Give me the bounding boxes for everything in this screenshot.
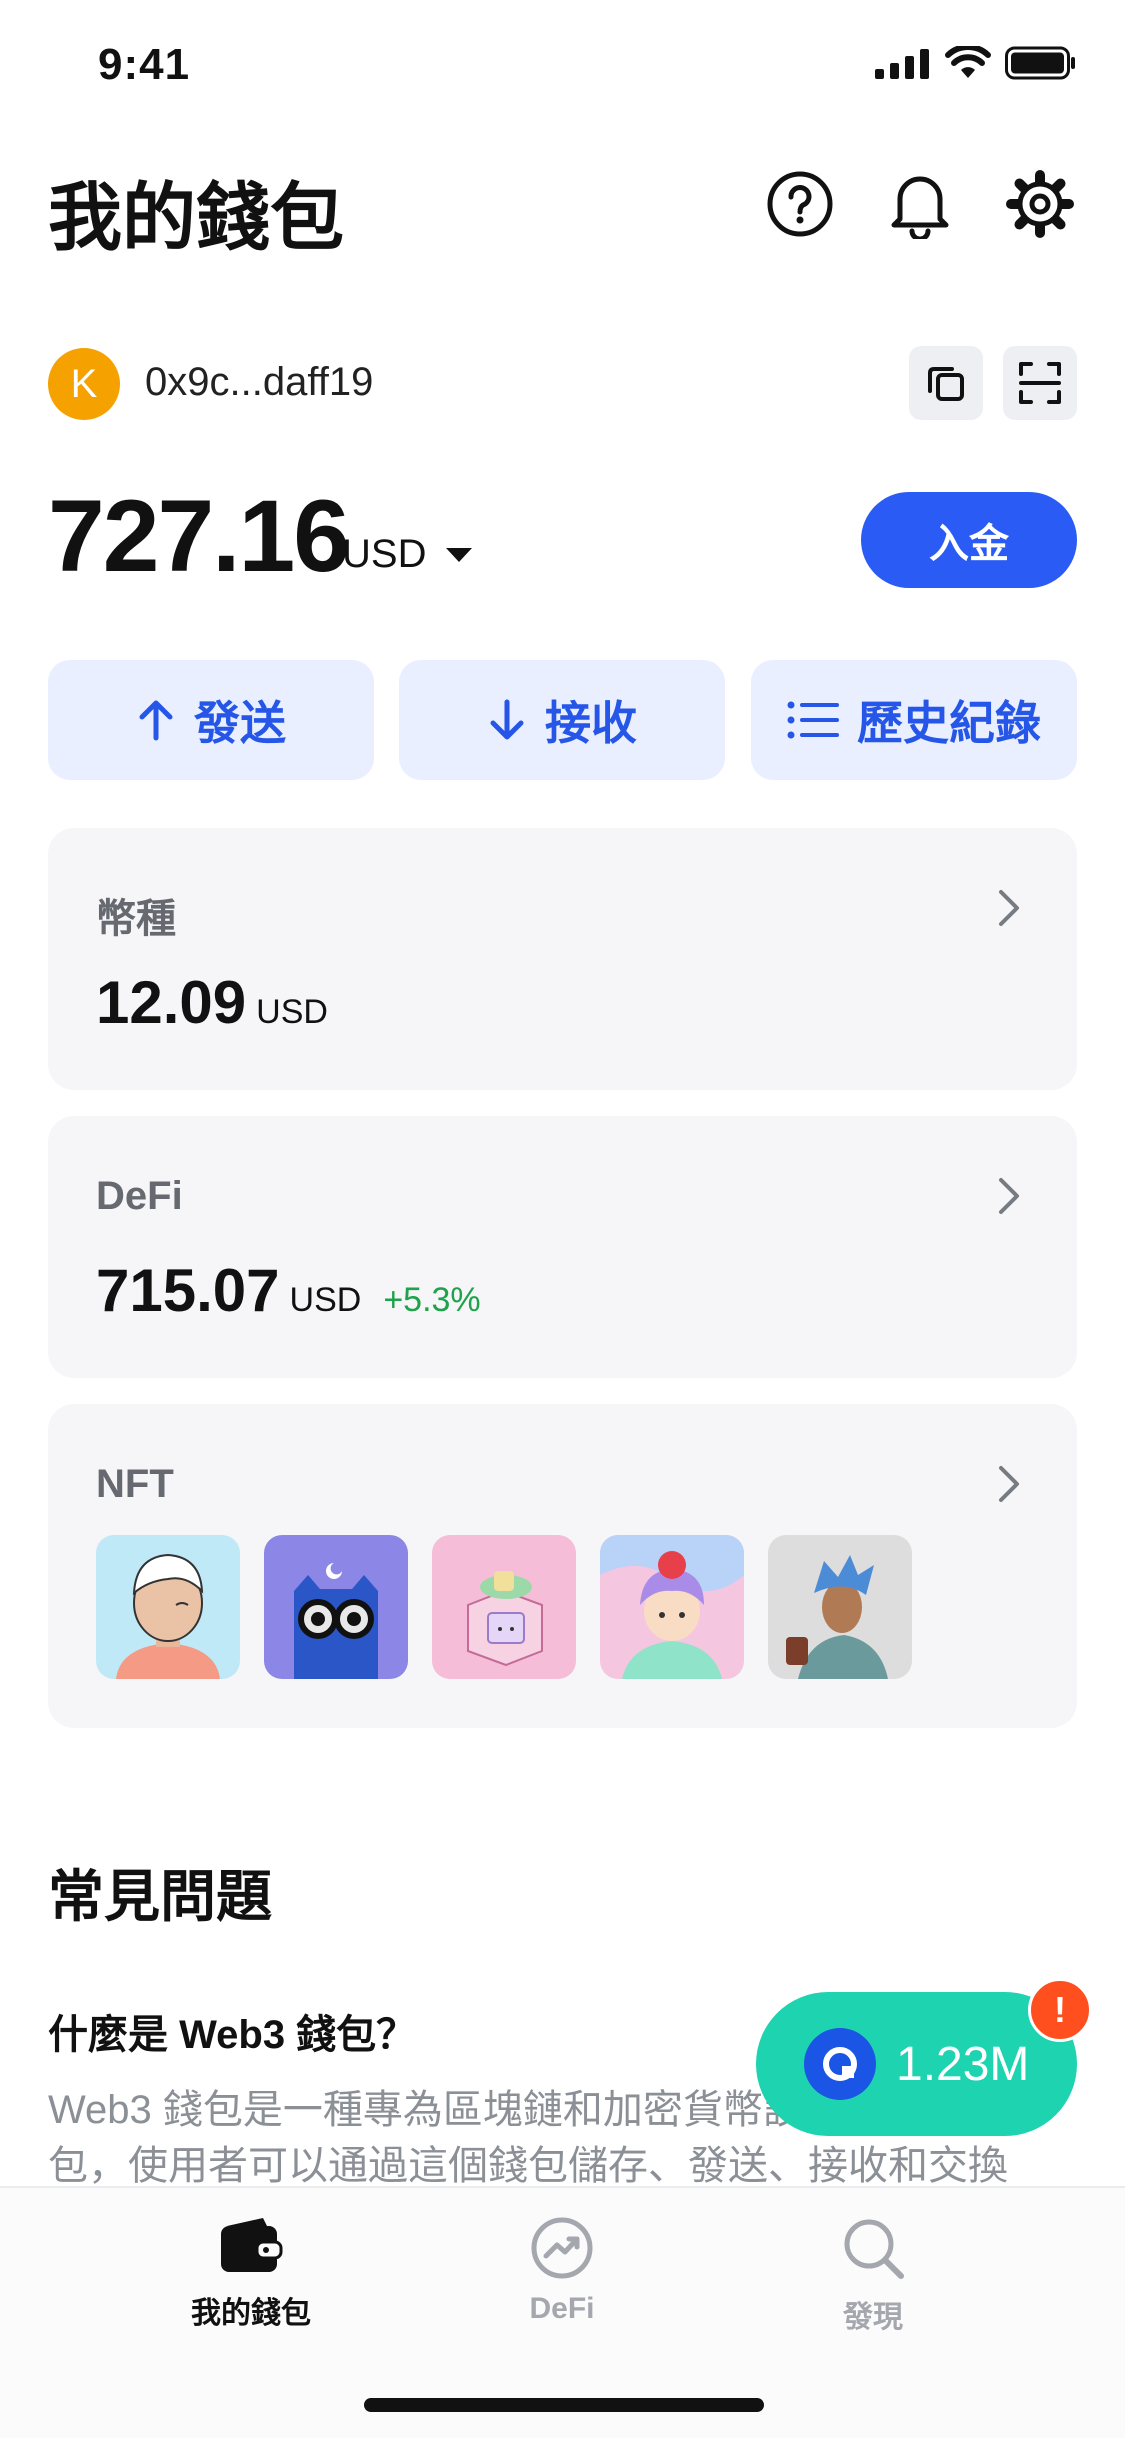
list-icon: [787, 701, 839, 739]
defi-card[interactable]: DeFi 715.07 USD +5.3%: [48, 1116, 1077, 1378]
tokens-card-label: 幣種: [96, 897, 176, 941]
nft-thumbnail[interactable]: [96, 1535, 240, 1679]
arrow-down-icon: [490, 699, 524, 740]
wifi-icon: [945, 46, 991, 78]
nft-thumbnail[interactable]: [432, 1535, 576, 1679]
tab-wallet[interactable]: 我的錢包: [131, 2216, 371, 2332]
tab-discover[interactable]: 發現: [753, 2216, 993, 2336]
copy-icon: [928, 367, 964, 401]
currency-label: USD: [342, 532, 427, 576]
send-label: 發送: [194, 697, 286, 749]
tokens-value: 12.09: [96, 969, 247, 1036]
defi-value: 715.07: [96, 1257, 280, 1324]
bell-icon: [891, 176, 949, 239]
chevron-right-icon: [999, 1178, 1019, 1214]
scan-icon: [1019, 362, 1061, 404]
app-logo-icon: [804, 2028, 876, 2100]
tokens-unit: USD: [256, 993, 328, 1031]
defi-change: +5.3%: [383, 1281, 481, 1319]
defi-unit: USD: [289, 1281, 362, 1319]
nft-card-label: NFT: [96, 1462, 174, 1506]
cellular-signal-icon: [875, 49, 929, 79]
status-time: 9:41: [98, 40, 191, 89]
nft-thumbnail[interactable]: [600, 1535, 744, 1679]
faq-question[interactable]: 什麼是 Web3 錢包？: [48, 2002, 416, 2060]
settings-button[interactable]: [1004, 168, 1076, 240]
tokens-value-row: 12.09 USD: [96, 968, 328, 1037]
nft-thumbnail[interactable]: [768, 1535, 912, 1679]
scan-button[interactable]: [1003, 346, 1077, 420]
status-icons: [875, 46, 1077, 80]
caret-down-icon: [446, 547, 473, 562]
receive-button[interactable]: 接收: [399, 660, 725, 780]
deposit-button[interactable]: 入金: [861, 492, 1077, 588]
battery-icon: [1005, 46, 1075, 80]
alert-badge: !: [1028, 1978, 1092, 2042]
send-button[interactable]: 發送: [48, 660, 374, 780]
nft-thumbnails: [96, 1535, 912, 1679]
copy-address-button[interactable]: [909, 346, 983, 420]
trend-icon: [531, 2217, 593, 2279]
history-button[interactable]: 歷史紀錄: [751, 660, 1077, 780]
help-icon: [767, 171, 833, 237]
tab-defi[interactable]: DeFi: [442, 2216, 682, 2326]
tab-discover-label: 發現: [843, 2301, 903, 2334]
help-button[interactable]: [764, 168, 836, 240]
floating-value: 1.23M: [896, 2037, 1030, 2091]
tab-defi-label: DeFi: [529, 2292, 595, 2325]
account-avatar[interactable]: K: [48, 348, 120, 420]
defi-value-row: 715.07 USD +5.3%: [96, 1256, 481, 1325]
tokens-card[interactable]: 幣種 12.09 USD: [48, 828, 1077, 1090]
wallet-address[interactable]: 0x9c...daff19: [145, 360, 373, 405]
chevron-right-icon: [999, 1466, 1019, 1502]
search-icon: [844, 2219, 904, 2279]
faq-title: 常見問題: [48, 1865, 272, 1928]
history-label: 歷史紀錄: [857, 697, 1041, 749]
nft-thumbnail[interactable]: [264, 1535, 408, 1679]
defi-card-label: DeFi: [96, 1174, 183, 1218]
nft-card[interactable]: NFT: [48, 1404, 1077, 1728]
wallet-icon: [221, 2218, 283, 2272]
notifications-button[interactable]: [884, 168, 956, 240]
home-indicator[interactable]: [364, 2398, 764, 2412]
chevron-right-icon: [999, 890, 1019, 926]
total-balance: 727.16: [48, 479, 350, 593]
page-title: 我的錢包: [48, 176, 344, 259]
arrow-up-icon: [139, 700, 173, 741]
tab-wallet-label: 我的錢包: [191, 2297, 311, 2330]
currency-selector[interactable]: USD: [342, 532, 474, 577]
receive-label: 接收: [545, 697, 637, 749]
gear-icon: [1006, 170, 1074, 238]
